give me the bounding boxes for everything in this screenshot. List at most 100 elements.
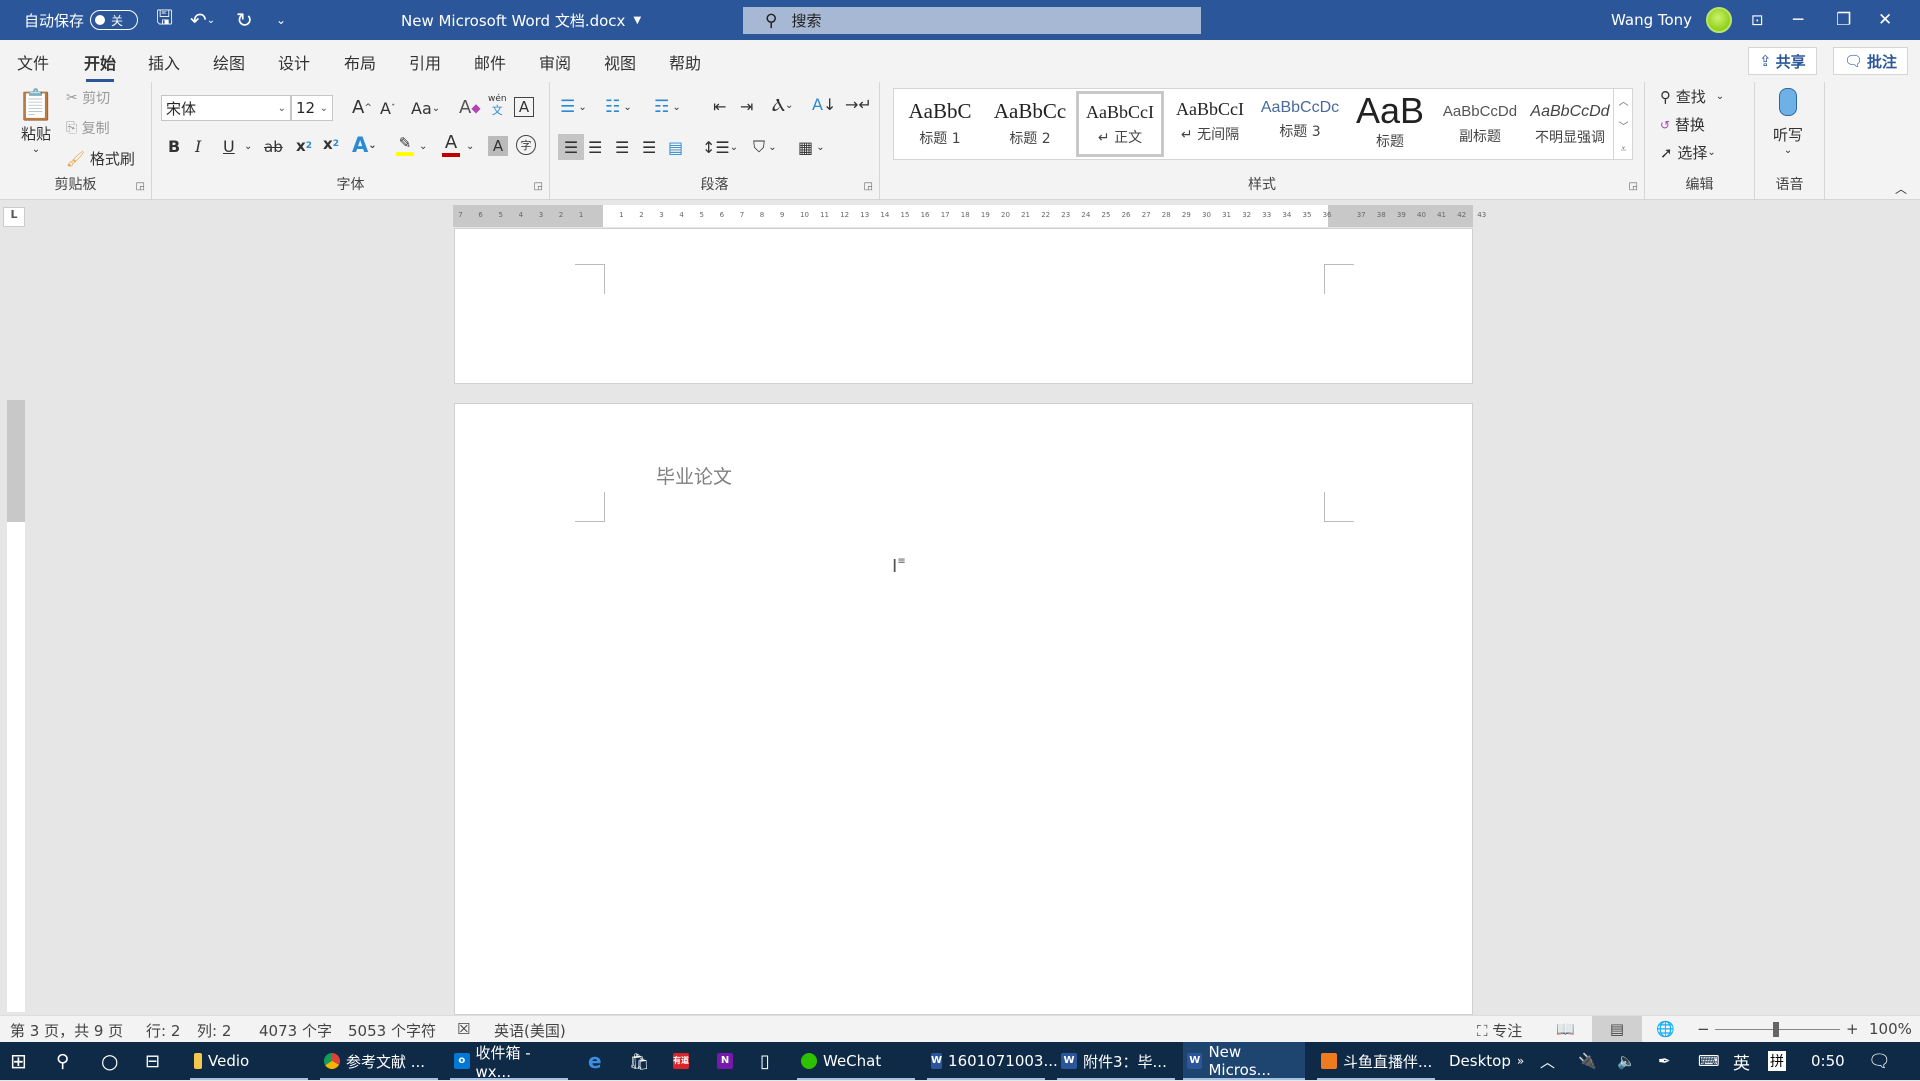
character-count[interactable]: 5053 个字符 <box>348 1020 436 1041</box>
autosave[interactable]: 自动保存 关 <box>24 0 139 40</box>
minimize-icon[interactable]: ─ <box>1793 0 1833 40</box>
volume-icon[interactable]: 🔈 <box>1617 1042 1636 1080</box>
store-icon[interactable]: 🛍 <box>629 1042 649 1080</box>
subscript-button[interactable]: x2 <box>296 137 312 155</box>
page-count[interactable]: 第 3 页，共 9 页 <box>10 1020 123 1041</box>
document-heading[interactable]: 毕业论文 <box>656 462 732 489</box>
tab-design[interactable]: 设计 <box>278 50 310 74</box>
style-title[interactable]: AaB 标题 <box>1346 91 1434 157</box>
underline-dropdown[interactable]: ⌄ <box>244 141 252 152</box>
font-name-combo[interactable]: 宋体 ⌄ <box>161 95 291 121</box>
replace-button[interactable]: ↺ 替换 <box>1660 114 1705 135</box>
copy-button[interactable]: ⎘ 复制 <box>66 118 110 138</box>
zoom-out-icon[interactable]: − <box>1697 1020 1710 1038</box>
style-normal[interactable]: AaBbCcI ↵ 正文 <box>1076 91 1164 157</box>
user-avatar[interactable] <box>1706 0 1732 40</box>
show-formatting-marks-button[interactable]: →↵ <box>845 95 872 114</box>
close-icon[interactable]: ✕ <box>1878 0 1918 40</box>
taskbar-app-wechat[interactable]: WeChat <box>797 1042 915 1080</box>
show-hidden-icons[interactable]: ︿ <box>1540 1042 1555 1080</box>
document-title[interactable]: New Microsoft Word 文档.docx ▼ <box>401 0 641 40</box>
align-center-button[interactable]: ☰ <box>588 134 602 160</box>
tab-review[interactable]: 审阅 <box>539 50 571 74</box>
text-effects-button[interactable]: A ⌄ <box>352 133 377 157</box>
dialog-launcher-icon[interactable]: ◲ <box>136 181 145 192</box>
youdao-icon[interactable]: 有道 <box>673 1042 689 1080</box>
line-spacing-button[interactable]: ↕☰ ⌄ <box>702 134 738 160</box>
character-shading-icon[interactable]: A <box>488 136 508 156</box>
undo-icon[interactable]: ↶ ⌄ <box>190 0 215 40</box>
taskbar-app-word-1[interactable]: W 1601071003... <box>927 1042 1058 1080</box>
clock[interactable]: 0:50 <box>1811 1042 1845 1080</box>
bold-button[interactable]: B <box>168 137 180 156</box>
text-direction-button[interactable]: Ⲁ ⌄ <box>772 95 793 116</box>
autosave-toggle[interactable]: 关 <box>90 10 139 30</box>
align-left-button[interactable]: ☰ <box>558 134 584 160</box>
tab-insert[interactable]: 插入 <box>148 50 180 74</box>
notepad-icon[interactable]: ▯ <box>760 1042 770 1080</box>
scroll-down-icon[interactable]: ﹀ <box>1619 118 1629 133</box>
windows-start-icon[interactable]: ⊞ <box>10 1042 27 1080</box>
dictate-button[interactable]: 听写 ⌄ <box>1773 88 1803 156</box>
clear-formatting-icon[interactable]: A ◆ <box>459 97 481 118</box>
search-icon[interactable]: ⚲ <box>56 1042 69 1080</box>
cut-button[interactable]: ✂ 剪切 <box>66 88 110 108</box>
language[interactable]: 英语(美国) <box>494 1020 566 1041</box>
select-button[interactable]: ➚ 选择 ⌄ <box>1660 142 1716 163</box>
print-layout-icon[interactable]: ▤ <box>1592 1016 1642 1042</box>
tab-mailings[interactable]: 邮件 <box>474 50 506 74</box>
change-case-button[interactable]: Aa ⌄ <box>411 99 440 118</box>
numbering-button[interactable]: ☷ ⌄ <box>605 97 632 117</box>
collapse-ribbon-icon[interactable]: ︿ <box>1895 180 1907 197</box>
strikethrough-button[interactable]: ab <box>264 138 283 156</box>
borders-button[interactable]: ▦ ⌄ <box>798 134 825 160</box>
comments-button[interactable]: 🗨 批注 <box>1833 47 1909 75</box>
find-button[interactable]: ⚲ 查找 ⌄ <box>1660 86 1724 107</box>
ime-language[interactable]: 英 <box>1733 1042 1750 1080</box>
customize-qat-icon[interactable]: ⌄ <box>276 0 286 40</box>
horizontal-ruler[interactable]: 7 6 5 4 3 2 1 1 2 3 4 5 6 7 8 9 10 11 12 13 14 15 16 17 18 19 20 21… <box>453 205 1486 227</box>
focus-button[interactable]: ⛶ 专注 <box>1477 1020 1522 1041</box>
cortana-icon[interactable]: ○ <box>101 1042 118 1080</box>
dialog-launcher-icon[interactable]: ◲ <box>534 181 543 192</box>
justify-button[interactable]: ☰ <box>642 134 656 160</box>
onenote-icon[interactable]: N <box>717 1042 733 1080</box>
pen-icon[interactable]: ✒ <box>1658 1042 1671 1080</box>
zoom-slider-thumb[interactable] <box>1773 1022 1779 1037</box>
tab-layout[interactable]: 布局 <box>344 50 376 74</box>
distributed-button[interactable]: ▤ <box>668 134 683 160</box>
page-current[interactable] <box>454 403 1473 1015</box>
page-previous[interactable] <box>454 228 1473 384</box>
character-border-icon[interactable]: A <box>514 97 534 117</box>
tab-draw[interactable]: 绘图 <box>213 50 245 74</box>
battery-icon[interactable]: 🔌 <box>1578 1042 1597 1080</box>
zoom-level[interactable]: 100% <box>1869 1020 1912 1038</box>
desktop-toolbar[interactable]: Desktop» <box>1449 1042 1524 1080</box>
vertical-ruler[interactable] <box>7 400 25 1012</box>
taskbar-app-word-2[interactable]: W 附件3：毕... <box>1057 1042 1175 1080</box>
dialog-launcher-icon[interactable]: ◲ <box>864 181 873 192</box>
superscript-button[interactable]: x2 <box>323 135 339 153</box>
grow-font-button[interactable]: A ^ <box>352 97 372 118</box>
edge-icon[interactable]: e <box>588 1042 602 1080</box>
taskbar-app-chrome[interactable]: 参考文献 ... <box>320 1042 438 1080</box>
ribbon-display-options-icon[interactable]: ⊡ <box>1751 0 1791 40</box>
tab-file[interactable]: 文件 <box>17 50 49 74</box>
style-no-spacing[interactable]: AaBbCcI ↵ 无间隔 <box>1166 91 1254 157</box>
zoom-in-icon[interactable]: + <box>1846 1020 1859 1038</box>
italic-button[interactable]: I <box>195 137 201 156</box>
underline-button[interactable]: U <box>223 137 235 156</box>
web-layout-icon[interactable]: 🌐 <box>1656 1020 1675 1038</box>
user-name[interactable]: Wang Tony <box>1611 0 1692 40</box>
decrease-indent-button[interactable]: ⇤ <box>713 97 726 116</box>
style-subtitle[interactable]: AaBbCcDd 副标题 <box>1436 91 1524 157</box>
shrink-font-button[interactable]: Aˇ <box>380 99 395 118</box>
ime-mode[interactable]: 拼 <box>1768 1042 1786 1080</box>
restore-icon[interactable]: ❐ <box>1836 0 1876 40</box>
taskbar-app-douyu[interactable]: 斗鱼直播伴... <box>1317 1042 1435 1080</box>
font-color-button[interactable]: A <box>442 132 460 157</box>
tab-selector[interactable]: L <box>3 207 25 227</box>
taskbar-app-vedio[interactable]: Vedio <box>190 1042 308 1080</box>
task-view-icon[interactable]: ⊟ <box>145 1042 160 1080</box>
read-mode-icon[interactable]: 📖 <box>1556 1020 1575 1038</box>
